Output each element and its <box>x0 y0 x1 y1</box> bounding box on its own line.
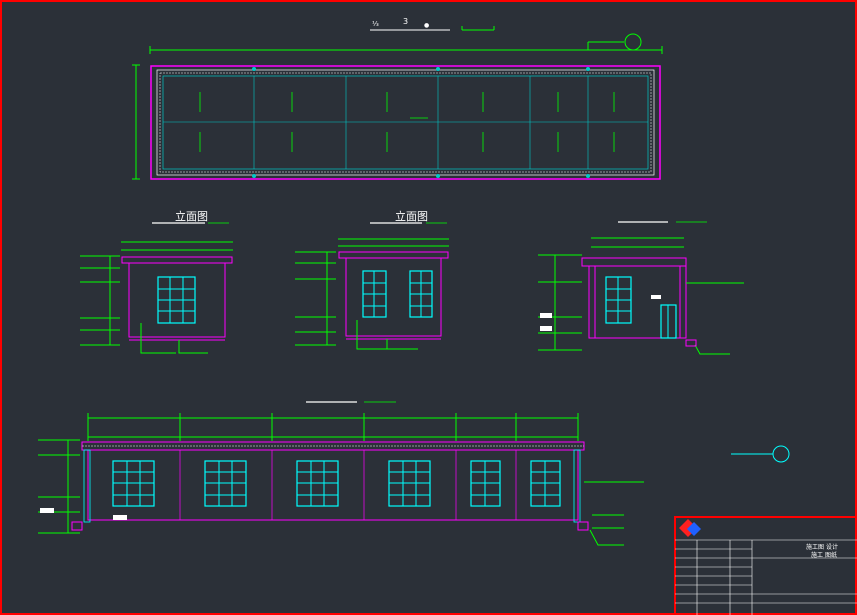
diamond-logo-icon <box>679 519 701 537</box>
plan-callout-circle <box>624 33 642 51</box>
section-view <box>538 221 744 355</box>
side-elevation: 立面图 <box>295 209 449 350</box>
title-block-company-line-1: 施工图 设计 <box>806 543 838 551</box>
title-block: 施工图 设计 施工 图纸 <box>674 516 857 615</box>
svg-text:⅓: ⅓ <box>372 20 379 28</box>
svg-text:●: ● <box>424 22 429 29</box>
front-elevation-title: 立面图 <box>175 209 208 223</box>
detail-callout <box>731 445 790 463</box>
front-elevation: 立面图 <box>80 209 233 354</box>
cad-drawing-canvas: ⅓ 3 ● 立面图 立面图 施工图 设计 施工 图纸 <box>0 0 857 615</box>
side-elevation-title: 立面图 <box>395 209 428 223</box>
long-elevation <box>38 401 644 546</box>
roof-plan <box>132 33 663 180</box>
top-title-numeral: 3 <box>403 17 408 26</box>
top-title: ⅓ 3 ● <box>370 17 495 31</box>
title-block-company-line-2: 施工 图纸 <box>811 551 837 559</box>
